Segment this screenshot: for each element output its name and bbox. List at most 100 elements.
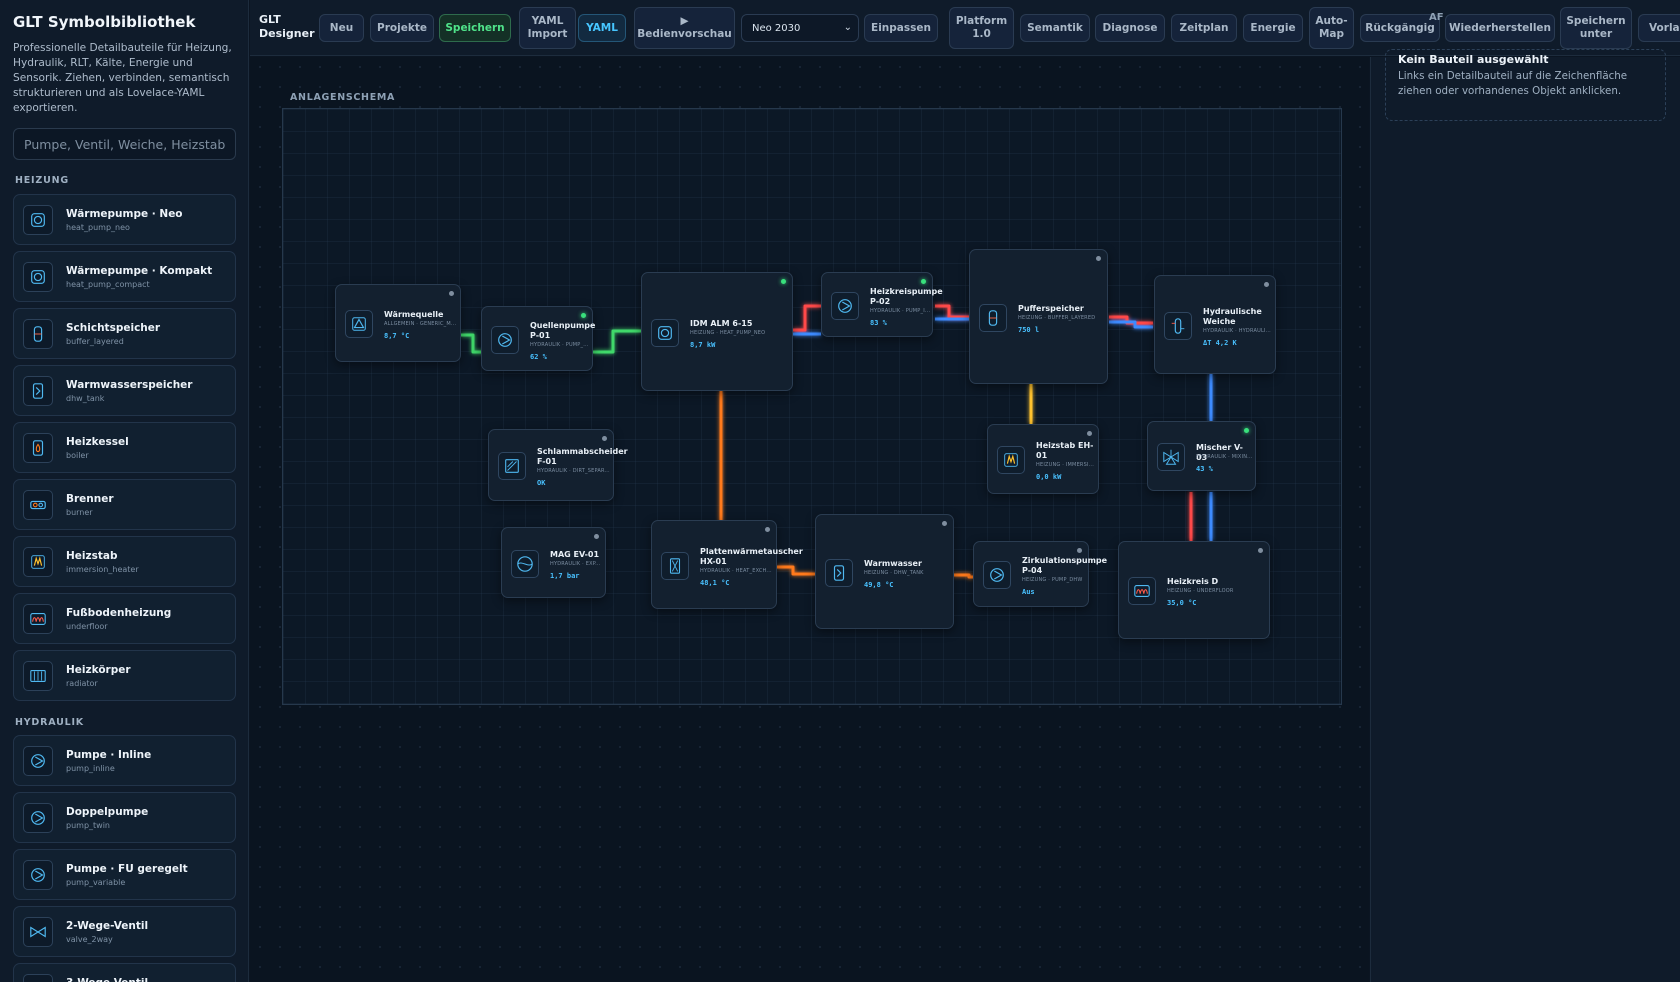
schema-node-waermequelle[interactable]: Wärmequelle ALLGEMEIN · GENERIC_M... 8,7 °…: [335, 284, 461, 362]
section-title-hydraulik: HYDRAULIK: [15, 717, 84, 728]
library-item-name: Warmwasserspeicher: [66, 379, 193, 391]
schema-node-mag[interactable]: MAG EV-01 HYDRAULIK · EXP... 1,7 bar: [501, 527, 606, 598]
theme-select-value: Neo 2030: [752, 22, 801, 34]
library-item-item-4[interactable]: 3-Wege-Ventil: [13, 963, 236, 982]
schema-node-zirkulation[interactable]: Zirkulationspumpe P-04 HEIZUNG · PUMP_DHW…: [973, 541, 1108, 607]
fit-button[interactable]: Einpassen: [864, 14, 938, 42]
schema-node-mischer[interactable]: Mischer V-03 HYDRAULIK · MIXIN... 43 %: [1147, 421, 1256, 491]
pipe-heatpump-red-flow: [793, 304, 821, 332]
heater-rod-icon: [997, 446, 1025, 474]
undo-button[interactable]: Rückgängig: [1360, 14, 1440, 42]
node-type: HEIZUNG · IMMERSI...: [1036, 462, 1095, 468]
library-item-boiler[interactable]: Heizkessel boiler: [13, 422, 236, 473]
save-as-button[interactable]: Speichern unter: [1560, 7, 1632, 49]
section-title-heizung: HEIZUNG: [15, 175, 69, 186]
tank-icon: [23, 319, 53, 349]
library-item-name: 3-Wege-Ventil: [66, 977, 148, 982]
node-type: HYDRAULIK · EXP...: [550, 561, 601, 567]
schema-node-heizkreispumpe[interactable]: Heizkreispumpe P-02 HYDRAULIK · PUMP_I...…: [821, 272, 943, 337]
node-title: Zirkulationspumpe P-04: [1022, 556, 1108, 575]
plant-schema-frame[interactable]: Wärmequelle ALLGEMEIN · GENERIC_M... 8,7 °…: [282, 108, 1342, 705]
library-item-dhw-tank[interactable]: Warmwasserspeicher dhw_tank: [13, 365, 236, 416]
library-item-buffer-layered[interactable]: Schichtspeicher buffer_layered: [13, 308, 236, 359]
node-value: 8,7 °C: [384, 332, 410, 340]
node-title: Plattenwärmetauscher HX-01: [700, 547, 803, 566]
valve-icon: [23, 974, 53, 982]
dhw-tank-icon: [23, 376, 53, 406]
library-item-valve-2way[interactable]: 2-Wege-Ventil valve_2way: [13, 906, 236, 957]
yaml-import-button[interactable]: YAML Import: [519, 7, 576, 49]
node-title: Heizstab EH- 01: [1036, 441, 1094, 460]
boiler-icon: [23, 433, 53, 463]
library-item-key: buffer_layered: [66, 337, 124, 346]
schema-node-idm[interactable]: IDM ALM 6-15 HEIZUNG · HEAT_PUMP_NEO 8,7 k…: [641, 272, 793, 391]
node-value: 48,1 °C: [700, 579, 730, 587]
burner-icon: [23, 490, 53, 520]
new-button[interactable]: Neu: [319, 14, 364, 42]
schema-node-schlamm[interactable]: Schlammabscheider F-01 HYDRAULIK · DIRT_S…: [488, 429, 628, 501]
pipe-pump-to-heatpump: [593, 329, 641, 354]
library-search-input[interactable]: [13, 128, 236, 160]
schema-node-heizkreis[interactable]: Heizkreis D HEIZUNG · UNDERFLOOR 35,0 °C: [1118, 541, 1270, 639]
schema-node-heizstab[interactable]: Heizstab EH- 01 HEIZUNG · IMMERSI... 0,0 k…: [987, 424, 1099, 494]
schedule-button[interactable]: Zeitplan: [1171, 14, 1237, 42]
node-type: HYDRAULIK · HYDRAULI...: [1203, 328, 1271, 334]
heat-pump-icon: [23, 262, 53, 292]
node-value: Aus: [1022, 588, 1035, 596]
status-indicator: [1258, 548, 1263, 553]
schema-node-warmwasser[interactable]: Warmwasser HEIZUNG · DHW_TANK 49,8 °C: [815, 514, 954, 629]
filter-icon: [498, 452, 526, 480]
node-title: Wärmequelle: [384, 310, 444, 319]
library-item-pump-variable[interactable]: Pumpe · FU geregelt pump_variable: [13, 849, 236, 900]
node-value: 43 %: [1196, 465, 1213, 473]
save-button[interactable]: Speichern: [439, 14, 511, 42]
templates-button[interactable]: Vorlag: [1638, 14, 1680, 42]
library-item-burner[interactable]: Brenner burner: [13, 479, 236, 530]
library-item-key: boiler: [66, 451, 89, 460]
node-title: MAG EV-01: [550, 550, 600, 559]
library-item-key: pump_inline: [66, 764, 115, 773]
node-value: 1,7 bar: [550, 572, 580, 580]
status-indicator: [1087, 431, 1092, 436]
auto-map-button[interactable]: Auto- Map: [1309, 7, 1354, 49]
schema-node-pufferspeicher[interactable]: Pufferspeicher HEIZUNG · BUFFER_LAYERED 75…: [969, 249, 1108, 384]
node-title: Mischer V-03: [1196, 443, 1243, 462]
dhw-tank-icon: [825, 559, 853, 587]
library-item-name: Fußbodenheizung: [66, 607, 172, 619]
node-value: 83 %: [870, 319, 887, 327]
schema-node-quellenpumpe[interactable]: Quellenpumpe P-01 HYDRAULIK · PUMP_... 62 …: [481, 306, 596, 371]
diagnostics-button[interactable]: Diagnose: [1095, 14, 1165, 42]
drawing-canvas[interactable]: ANLAGENSCHEMA Wärmequelle ALLGEMEIN · GE…: [250, 57, 1369, 982]
pump-icon: [983, 561, 1011, 589]
platform-button[interactable]: Platform 1.0: [949, 7, 1014, 49]
schema-node-plattenwt[interactable]: Plattenwärmetauscher HX-01 HYDRAULIK · HE…: [651, 520, 803, 609]
status-indicator: [1077, 548, 1082, 553]
theme-select[interactable]: Neo 2030 ⌄: [741, 14, 859, 42]
inspector-panel: AF Kein Bauteil ausgewählt Links ein Det…: [1370, 12, 1680, 982]
library-item-heat-pump-compact[interactable]: Wärmepumpe · Kompakt heat_pump_compact: [13, 251, 236, 302]
energy-button[interactable]: Energie: [1243, 14, 1303, 42]
library-item-pump-twin[interactable]: Doppelpumpe pump_twin: [13, 792, 236, 843]
library-item-heat-pump-neo[interactable]: Wärmepumpe · Neo heat_pump_neo: [13, 194, 236, 245]
library-item-radiator[interactable]: Heizkörper radiator: [13, 650, 236, 701]
node-title: Quellenpumpe P-01: [530, 321, 596, 340]
heat-pump-icon: [651, 319, 679, 347]
library-item-pump-inline[interactable]: Pumpe · Inline pump_inline: [13, 735, 236, 786]
node-title: Heizkreispumpe P-02: [870, 287, 943, 306]
yaml-button[interactable]: YAML: [578, 14, 626, 42]
library-item-immersion-heater[interactable]: Heizstab immersion_heater: [13, 536, 236, 587]
tank-icon: [979, 304, 1007, 332]
status-indicator: [449, 291, 454, 296]
semantics-button[interactable]: Semantik: [1020, 14, 1090, 42]
empty-selection-box: Kein Bauteil ausgewählt Links ein Detail…: [1385, 49, 1666, 121]
library-item-underfloor[interactable]: Fußbodenheizung underfloor: [13, 593, 236, 644]
underfloor-icon: [23, 604, 53, 634]
expansion-icon: [511, 550, 539, 578]
library-item-key: radiator: [66, 679, 98, 688]
schema-node-weiche[interactable]: Hydraulische Weiche HYDRAULIK · HYDRAULI.…: [1154, 275, 1276, 374]
projects-button[interactable]: Projekte: [370, 14, 434, 42]
library-item-name: Pumpe · FU geregelt: [66, 863, 188, 875]
library-item-name: Doppelpumpe: [66, 806, 149, 818]
redo-button[interactable]: Wiederherstellen: [1445, 14, 1555, 42]
operation-preview-button[interactable]: ▶ Bedienvorschau: [634, 7, 735, 49]
